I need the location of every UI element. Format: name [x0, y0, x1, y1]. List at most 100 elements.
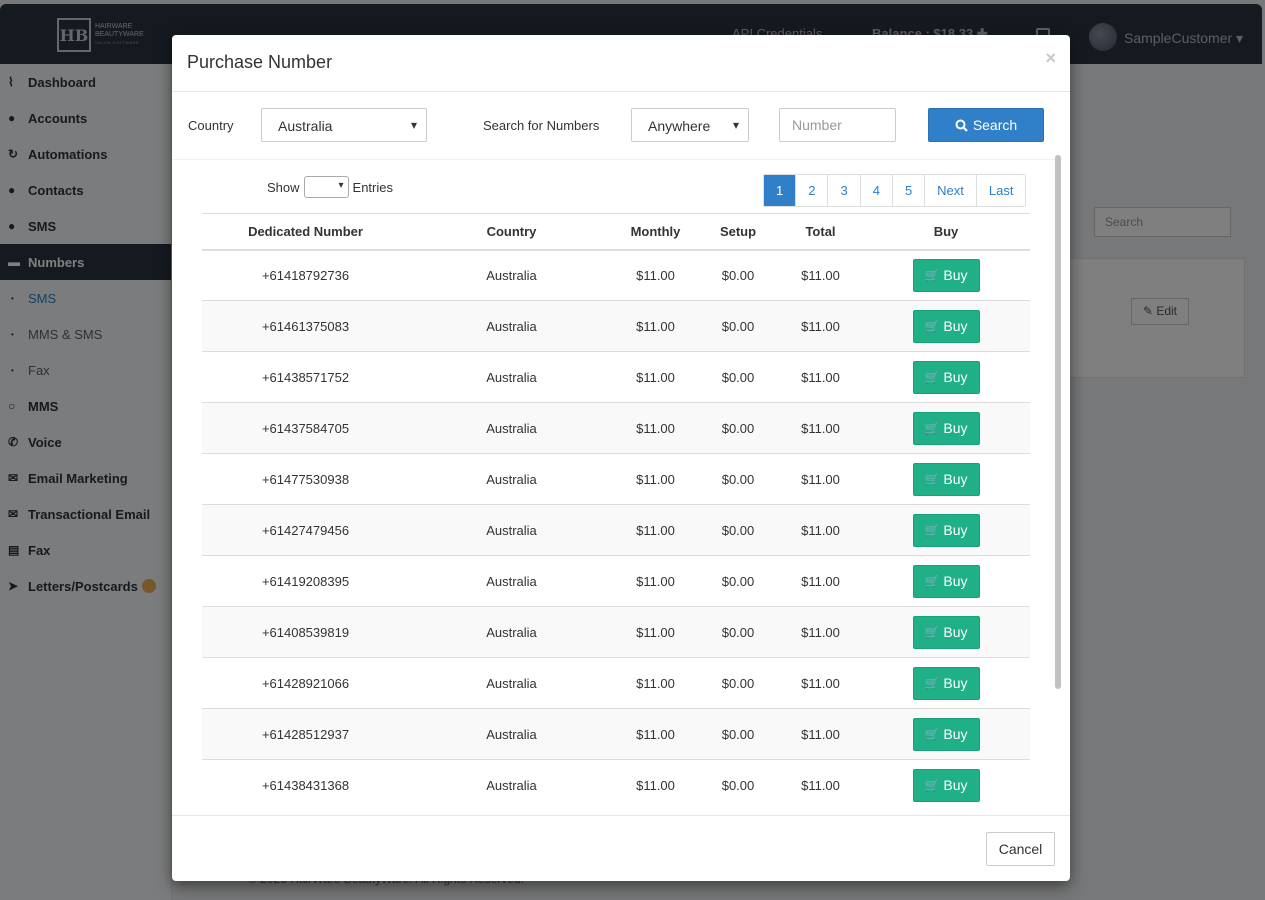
buy-button-label: Buy — [943, 267, 968, 284]
cell-buy: 🛒 Buy — [862, 249, 1030, 301]
cell-country: Australia — [409, 657, 614, 709]
close-icon[interactable]: × — [1045, 48, 1056, 69]
cell-buy: 🛒 Buy — [862, 402, 1030, 454]
cell-buy: 🛒 Buy — [862, 504, 1030, 556]
purchase-number-modal: Purchase Number × Country Australia ▾ Se… — [172, 35, 1070, 881]
number-input[interactable] — [779, 108, 896, 142]
cell-total: $11.00 — [779, 453, 862, 505]
page-link[interactable]: 1 — [764, 175, 796, 206]
table-row: +61419208395 Australia $11.00 $0.00 $11.00 🛒 B… — [202, 555, 1030, 607]
buy-button[interactable]: 🛒 Buy — [912, 309, 980, 343]
buy-button[interactable]: 🛒 Buy — [912, 360, 980, 394]
buy-button[interactable]: 🛒 Buy — [912, 666, 980, 700]
modal-body: Country Australia ▾ Search for Numbers A… — [172, 92, 1062, 815]
table-row: +61428921066 Australia $11.00 $0.00 $11.00 🛒 B… — [202, 657, 1030, 709]
cell-setup: $0.00 — [697, 351, 779, 403]
cell-monthly: $11.00 — [614, 453, 697, 505]
entries-select[interactable]: ▾ — [303, 176, 349, 198]
match-position-value: Anywhere — [648, 118, 711, 134]
country-select-value: Australia — [278, 118, 333, 134]
buy-button-label: Buy — [943, 420, 968, 436]
country-select[interactable]: Australia ▾ — [261, 108, 427, 142]
page-link[interactable]: 3 — [827, 175, 860, 206]
cart-icon: 🛒 — [924, 370, 940, 384]
cell-country: Australia — [409, 300, 614, 352]
cell-country: Australia — [409, 504, 614, 556]
buy-button-label: Buy — [943, 777, 968, 794]
buy-button[interactable]: 🛒 Buy — [912, 411, 980, 445]
search-button-label: Search — [972, 117, 1018, 133]
cell-monthly: $11.00 — [614, 555, 697, 607]
show-label: Show — [267, 179, 300, 195]
cell-monthly: $11.00 — [614, 657, 697, 709]
table-row: +61477530938 Australia $11.00 $0.00 $11.00 🛒 B… — [202, 453, 1030, 505]
cell-monthly: $11.00 — [614, 351, 697, 403]
match-position-select[interactable]: Anywhere ▾ — [631, 108, 749, 142]
cell-number: +61427479456 — [202, 504, 409, 556]
page-link[interactable]: 2 — [795, 175, 828, 206]
entries-label: Entries — [352, 179, 393, 195]
table-row: +61408539819 Australia $11.00 $0.00 $11.00 🛒 B… — [202, 606, 1030, 658]
page-link[interactable]: Last — [975, 175, 1026, 206]
page-link[interactable]: 4 — [859, 175, 892, 206]
cell-total: $11.00 — [779, 708, 862, 760]
cell-buy: 🛒 Buy — [862, 300, 1030, 352]
buy-button-label: Buy — [943, 675, 968, 691]
cell-buy: 🛒 Buy — [862, 657, 1030, 709]
cell-setup: $0.00 — [697, 453, 779, 505]
cancel-button[interactable]: Cancel — [986, 832, 1055, 866]
column-header[interactable]: Country — [409, 213, 614, 251]
entries-control: Show ▾ Entries — [267, 176, 393, 198]
country-label: Country — [188, 118, 234, 133]
cart-icon: 🛒 — [924, 472, 940, 486]
cell-number: +61461375083 — [202, 300, 409, 352]
page-link[interactable]: 5 — [891, 175, 925, 206]
cell-monthly: $11.00 — [614, 708, 697, 760]
cell-setup: $0.00 — [697, 657, 779, 709]
cell-country: Australia — [409, 555, 614, 607]
cart-icon: 🛒 — [924, 319, 940, 333]
buy-button[interactable]: 🛒 Buy — [912, 768, 980, 802]
cell-monthly: $11.00 — [614, 606, 697, 658]
cell-monthly: $11.00 — [614, 759, 697, 811]
cell-buy: 🛒 Buy — [862, 708, 1030, 760]
cell-buy: 🛒 Buy — [862, 759, 1030, 811]
column-header[interactable]: Total — [779, 213, 862, 251]
buy-button-label: Buy — [943, 522, 968, 538]
buy-button-label: Buy — [943, 624, 968, 640]
cell-setup: $0.00 — [697, 606, 779, 658]
buy-button[interactable]: 🛒 Buy — [912, 513, 980, 547]
cell-number: +61418792736 — [202, 249, 409, 301]
page-link[interactable]: Next — [924, 175, 976, 206]
cell-buy: 🛒 Buy — [862, 606, 1030, 658]
cell-country: Australia — [409, 453, 614, 505]
search-icon — [955, 119, 968, 132]
modal-footer: Cancel — [172, 815, 1070, 881]
buy-button[interactable]: 🛒 Buy — [912, 462, 980, 496]
table-row: +61438571752 Australia $11.00 $0.00 $11.00 🛒 B… — [202, 351, 1030, 403]
cell-total: $11.00 — [779, 657, 862, 709]
cell-total: $11.00 — [779, 300, 862, 352]
cell-total: $11.00 — [779, 606, 862, 658]
cell-number: +61438431368 — [202, 759, 409, 811]
cell-total: $11.00 — [779, 555, 862, 607]
cell-number: +61419208395 — [202, 555, 409, 607]
cell-number: +61428512937 — [202, 708, 409, 760]
cell-monthly: $11.00 — [614, 300, 697, 352]
buy-button[interactable]: 🛒 Buy — [912, 717, 980, 751]
column-header[interactable]: Monthly — [614, 213, 697, 251]
column-header[interactable]: Dedicated Number — [202, 213, 409, 251]
cell-number: +61477530938 — [202, 453, 409, 505]
modal-header: Purchase Number × — [172, 35, 1070, 92]
cell-number: +61438571752 — [202, 351, 409, 403]
buy-button[interactable]: 🛒 Buy — [912, 615, 980, 649]
search-button[interactable]: Search — [928, 108, 1044, 142]
buy-button[interactable]: 🛒 Buy — [912, 258, 980, 292]
column-header[interactable]: Setup — [697, 213, 779, 251]
cell-setup: $0.00 — [697, 504, 779, 556]
modal-scrollbar[interactable] — [1055, 155, 1061, 689]
buy-button[interactable]: 🛒 Buy — [912, 564, 980, 598]
cell-buy: 🛒 Buy — [862, 555, 1030, 607]
cell-setup: $0.00 — [697, 249, 779, 301]
cell-number: +61428921066 — [202, 657, 409, 709]
